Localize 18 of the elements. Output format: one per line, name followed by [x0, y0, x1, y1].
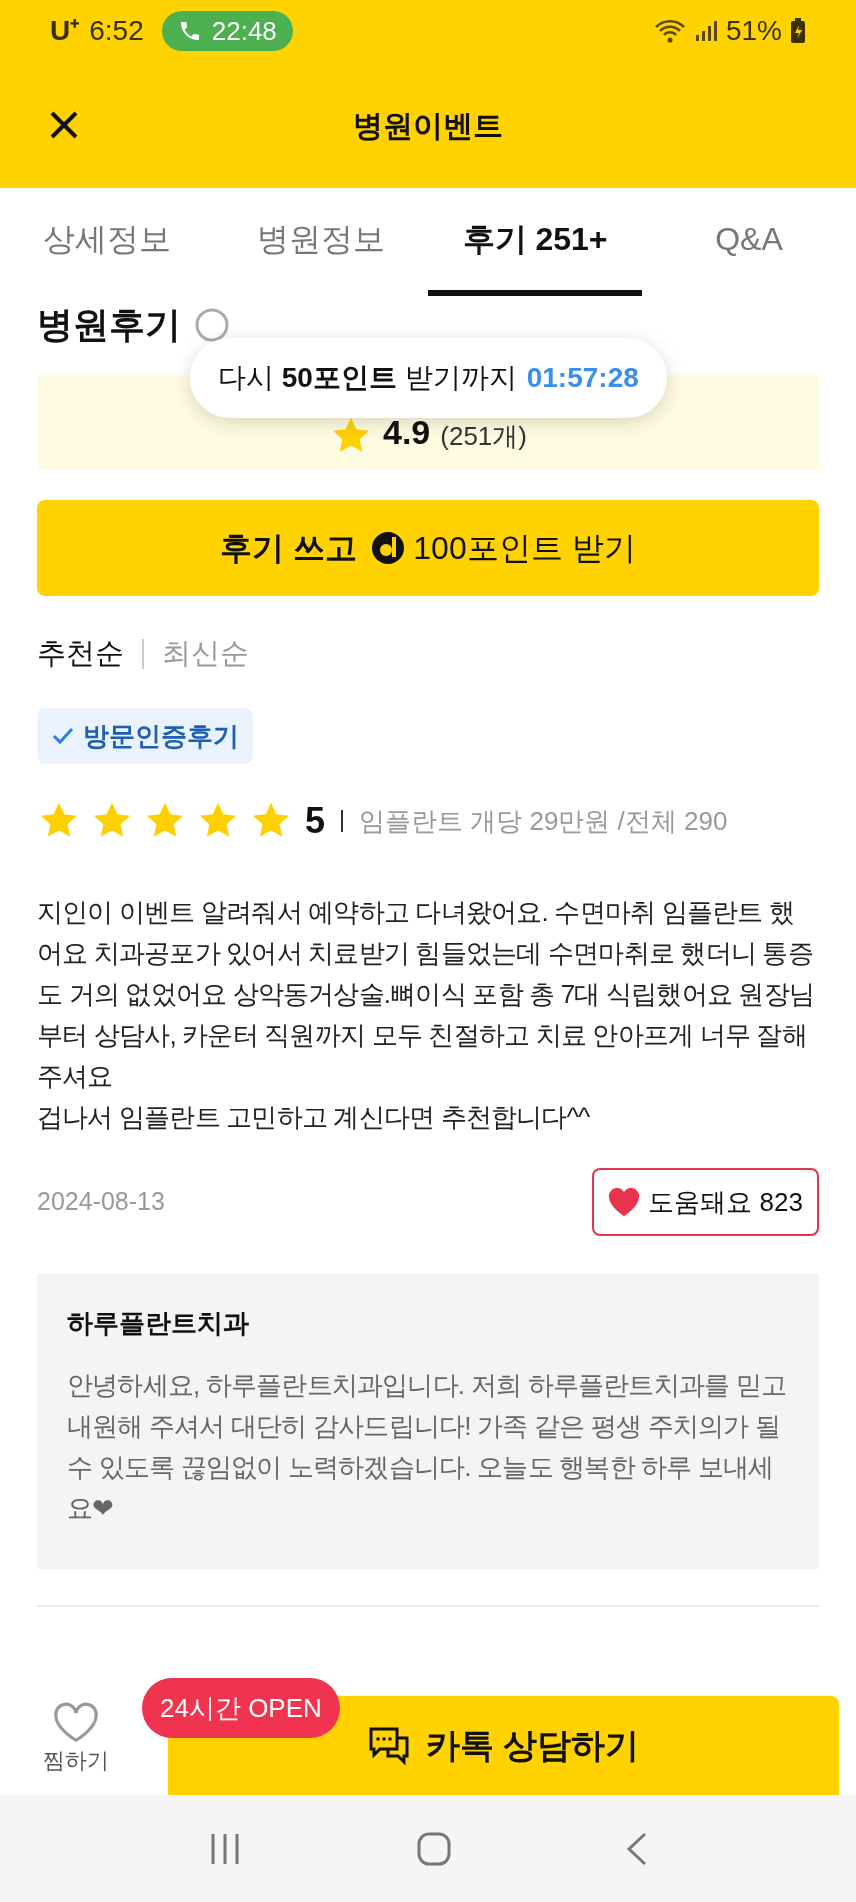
carrier-label: U⁺ [50, 14, 80, 48]
review-text: 지인이 이벤트 알려줘서 예약하고 다녀왔어요. 수면마취 임플란트 했어요 치과공포가 있어서 치료받기 힘들었는데 수면마취로 했더니 통증도 거의 없었어요 상악동거상술.뼈이식 포함 총 7대 식립했어요 원장님부터 상담사, 카운터 직원까지 모두 친절하고 치료 안아프게 너무 잘해주셔요 [37, 896, 816, 1093]
badge-label: 방문인증후기 [83, 719, 239, 753]
battery-percent: 51% [725, 14, 782, 48]
rating-score: 4.9 [383, 412, 431, 453]
countdown-timer: 01:57:28 [526, 361, 639, 395]
price-info: 임플란트 개당 29만원 /전체 290 [359, 804, 728, 838]
review-text: 겁나서 임플란트 고민하고 계신다면 추천합니다^^ [37, 1101, 591, 1134]
review-score: 5 [305, 799, 326, 843]
header-title: 병원이벤트 [353, 107, 503, 144]
open-hours-tooltip: 24시간 OPEN [142, 1678, 340, 1738]
tooltip-text: 다시 50포인트 받기까지 [218, 361, 517, 395]
reply-text: 안녕하세요, 하루플란트치과입니다. 저희 하루플란트치과를 믿고 내원해 주셔서 대단히 감사드립니다! 가족 같은 평생 주치의가 될 수 있도록 끊임없이 노력하겠습니다. 오늘도 행복한 하루 보내세요❤ [67, 1369, 787, 1525]
review-count: (251개) [440, 420, 527, 453]
section-title: 병원후기 [37, 303, 181, 347]
review-date: 2024-08-13 [37, 1186, 165, 1218]
reply-author: 하루플란트치과 [67, 1307, 250, 1340]
clock: 6:52 [89, 14, 144, 48]
